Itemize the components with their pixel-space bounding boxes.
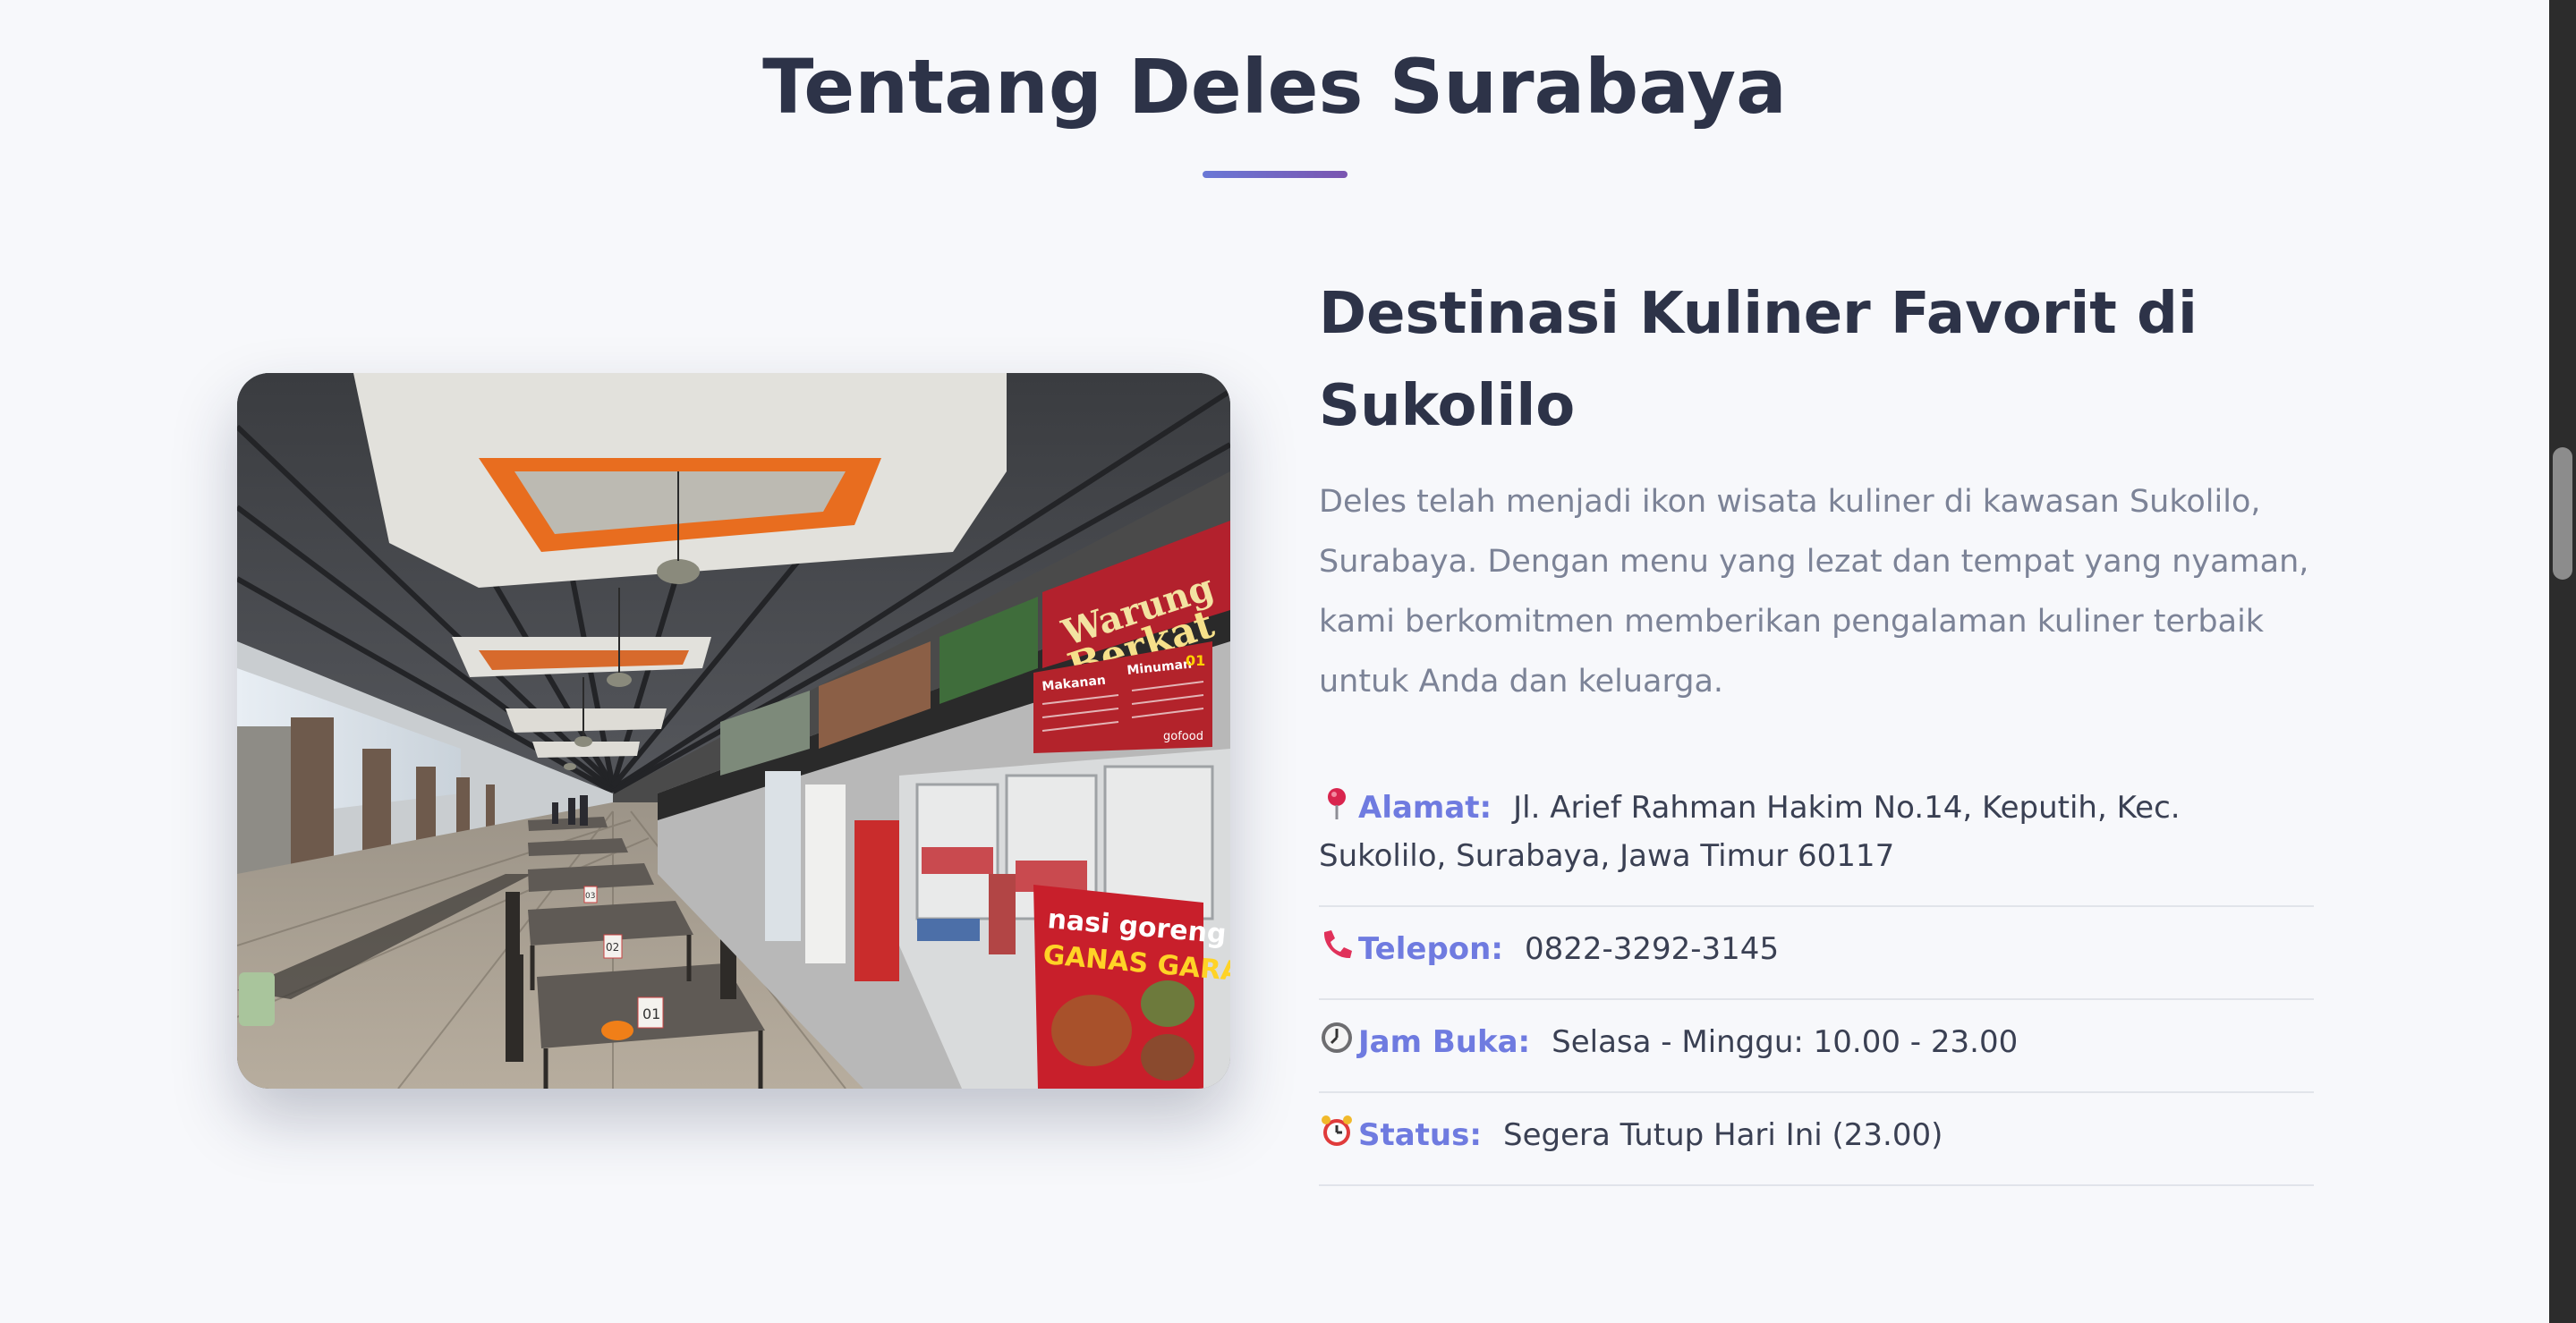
- scrollbar-thumb[interactable]: [2553, 447, 2572, 580]
- info-row-hours: Jam Buka: Selasa - Minggu: 10.00 - 23.00: [1319, 1000, 2314, 1093]
- table-number-1: 01: [642, 1005, 660, 1022]
- alarm-clock-icon: [1319, 1113, 1358, 1149]
- title-underline: [1203, 171, 1348, 178]
- table-number-2: 02: [606, 941, 619, 954]
- status-value: Segera Tutup Hari Ini (23.00): [1502, 1117, 1943, 1153]
- food-court-photo: 01 02 03 Warung Berkat Makanan Minuman 0…: [237, 373, 1230, 1089]
- info-label: Alamat:: [1358, 790, 1492, 826]
- info-row-phone: Telepon: 0822-3292-3145: [1319, 907, 2314, 1000]
- table-number-3: 03: [585, 892, 595, 901]
- section-title: Tentang Deles Surabaya: [762, 43, 1787, 131]
- about-section: Tentang Deles Surabaya 01 02 03 Warung B…: [0, 0, 2549, 1323]
- pin-icon: [1319, 785, 1358, 821]
- info-label: Status:: [1358, 1117, 1482, 1153]
- phone-value[interactable]: 0822-3292-3145: [1525, 931, 1779, 967]
- info-label: Jam Buka:: [1358, 1024, 1531, 1060]
- page-scrollbar[interactable]: [2549, 0, 2576, 1323]
- phone-icon: [1319, 927, 1358, 963]
- info-list: Alamat: Jl. Arief Rahman Hakim No.14, Kep…: [1319, 766, 2314, 1186]
- info-row-address: Alamat: Jl. Arief Rahman Hakim No.14, Kep…: [1319, 766, 2314, 907]
- about-description: Deles telah menjadi ikon wisata kuliner …: [1319, 484, 2309, 700]
- about-content: Destinasi Kuliner Favorit di Sukolilo De…: [1319, 268, 2314, 1186]
- menu-board-number: 01: [1186, 652, 1205, 669]
- clock-icon: [1319, 1020, 1358, 1056]
- info-row-status: Status: Segera Tutup Hari Ini (23.00): [1319, 1093, 2314, 1186]
- delivery-sticker: gofood: [1163, 730, 1203, 743]
- info-label: Telepon:: [1358, 931, 1503, 967]
- hours-value: Selasa - Minggu: 10.00 - 23.00: [1552, 1024, 2019, 1060]
- about-heading: Destinasi Kuliner Favorit di Sukolilo: [1319, 281, 2198, 439]
